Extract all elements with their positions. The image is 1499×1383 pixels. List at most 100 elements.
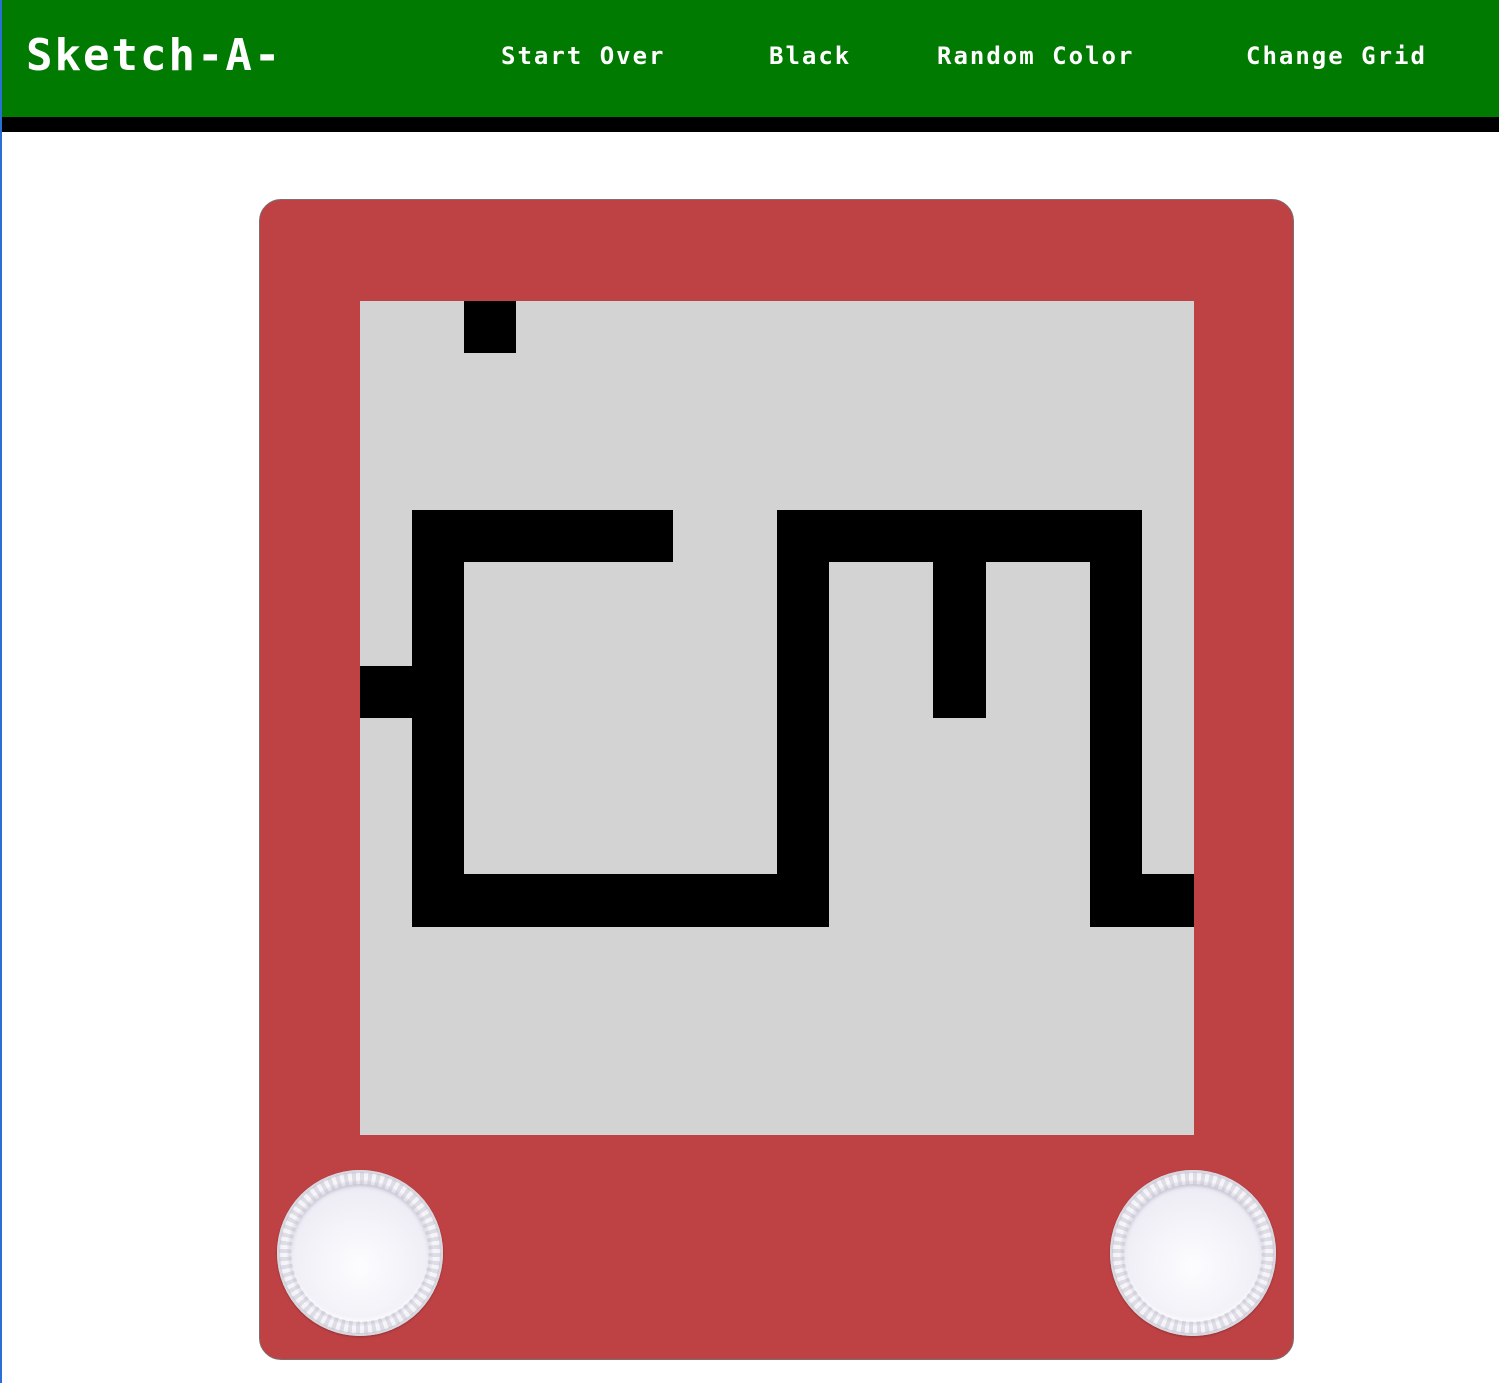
grid-cell[interactable] (1038, 614, 1090, 666)
grid-cell[interactable] (881, 405, 933, 457)
grid-cell[interactable] (1142, 1031, 1194, 1083)
grid-cell[interactable] (621, 770, 673, 822)
grid-cell[interactable] (673, 405, 725, 457)
grid-cell[interactable] (1141, 874, 1194, 927)
grid-cell[interactable] (986, 301, 1038, 353)
grid-cell[interactable] (569, 770, 621, 822)
grid-cell[interactable] (569, 979, 621, 1031)
grid-cell[interactable] (881, 301, 933, 353)
grid-cell[interactable] (829, 666, 881, 718)
grid-cell[interactable] (464, 770, 516, 822)
grid-cell[interactable] (464, 927, 516, 979)
grid-cell[interactable] (1142, 510, 1194, 562)
grid-cell[interactable] (412, 509, 465, 562)
grid-cell[interactable] (464, 457, 516, 509)
grid-cell[interactable] (568, 509, 621, 562)
grid-cell[interactable] (360, 979, 412, 1031)
grid-cell[interactable] (881, 509, 934, 562)
grid-cell[interactable] (777, 927, 829, 979)
grid-cell[interactable] (1038, 562, 1090, 614)
grid-cell[interactable] (516, 1031, 568, 1083)
grid-cell[interactable] (360, 353, 412, 405)
grid-cell[interactable] (673, 927, 725, 979)
grid-cell[interactable] (881, 1083, 933, 1135)
grid-cell[interactable] (1142, 822, 1194, 874)
grid-cell[interactable] (829, 405, 881, 457)
grid-cell[interactable] (569, 353, 621, 405)
right-knob[interactable] (1110, 1170, 1276, 1336)
grid-cell[interactable] (829, 770, 881, 822)
grid-cell[interactable] (881, 353, 933, 405)
grid-cell[interactable] (360, 614, 412, 666)
grid-cell[interactable] (621, 562, 673, 614)
grid-cell[interactable] (986, 457, 1038, 509)
grid-cell[interactable] (881, 718, 933, 770)
grid-cell[interactable] (881, 770, 933, 822)
grid-cell[interactable] (464, 562, 516, 614)
grid-cell[interactable] (881, 562, 933, 614)
grid-cell[interactable] (516, 666, 568, 718)
grid-cell[interactable] (568, 874, 621, 927)
grid-cell[interactable] (1038, 1083, 1090, 1135)
grid-cell[interactable] (621, 1083, 673, 1135)
grid-cell[interactable] (933, 770, 985, 822)
grid-cell[interactable] (360, 457, 412, 509)
grid-cell[interactable] (412, 927, 464, 979)
grid-cell[interactable] (569, 457, 621, 509)
grid-cell[interactable] (1142, 301, 1194, 353)
grid-cell[interactable] (829, 718, 881, 770)
grid-cell[interactable] (516, 718, 568, 770)
grid-cell[interactable] (725, 457, 777, 509)
grid-cell[interactable] (516, 457, 568, 509)
grid-cell[interactable] (933, 927, 985, 979)
grid-cell[interactable] (777, 613, 830, 666)
grid-cell[interactable] (412, 665, 465, 718)
grid-cell[interactable] (986, 822, 1038, 874)
grid-cell[interactable] (986, 562, 1038, 614)
grid-cell[interactable] (360, 665, 413, 718)
grid-cell[interactable] (673, 979, 725, 1031)
grid-cell[interactable] (725, 770, 777, 822)
grid-cell[interactable] (360, 301, 412, 353)
grid-cell[interactable] (673, 822, 725, 874)
grid-cell[interactable] (673, 666, 725, 718)
grid-cell[interactable] (881, 457, 933, 509)
grid-cell[interactable] (360, 927, 412, 979)
grid-cell[interactable] (881, 666, 933, 718)
grid-cell[interactable] (569, 1083, 621, 1135)
grid-cell[interactable] (621, 1031, 673, 1083)
grid-cell[interactable] (829, 927, 881, 979)
grid-cell[interactable] (933, 509, 986, 562)
grid-cell[interactable] (829, 562, 881, 614)
grid-cell[interactable] (1090, 1031, 1142, 1083)
grid-cell[interactable] (829, 509, 882, 562)
grid-cell[interactable] (412, 1031, 464, 1083)
grid-cell[interactable] (881, 979, 933, 1031)
grid-cell[interactable] (621, 405, 673, 457)
grid-cell[interactable] (986, 614, 1038, 666)
grid-cell[interactable] (1090, 1083, 1142, 1135)
grid-cell[interactable] (621, 927, 673, 979)
grid-cell[interactable] (829, 301, 881, 353)
grid-cell[interactable] (777, 874, 830, 927)
drawing-grid[interactable] (360, 301, 1194, 1135)
grid-cell[interactable] (412, 301, 464, 353)
grid-cell[interactable] (516, 822, 568, 874)
grid-cell[interactable] (777, 770, 830, 823)
grid-cell[interactable] (1038, 666, 1090, 718)
grid-cell[interactable] (725, 562, 777, 614)
grid-cell[interactable] (360, 562, 412, 614)
grid-cell[interactable] (881, 927, 933, 979)
grid-cell[interactable] (986, 718, 1038, 770)
grid-cell[interactable] (1089, 822, 1142, 875)
grid-cell[interactable] (673, 1031, 725, 1083)
grid-cell[interactable] (1038, 457, 1090, 509)
grid-cell[interactable] (829, 822, 881, 874)
grid-cell[interactable] (829, 874, 881, 926)
grid-cell[interactable] (829, 614, 881, 666)
grid-cell[interactable] (516, 927, 568, 979)
grid-cell[interactable] (673, 353, 725, 405)
grid-cell[interactable] (464, 822, 516, 874)
grid-cell[interactable] (1089, 874, 1142, 927)
grid-cell[interactable] (1142, 1083, 1194, 1135)
